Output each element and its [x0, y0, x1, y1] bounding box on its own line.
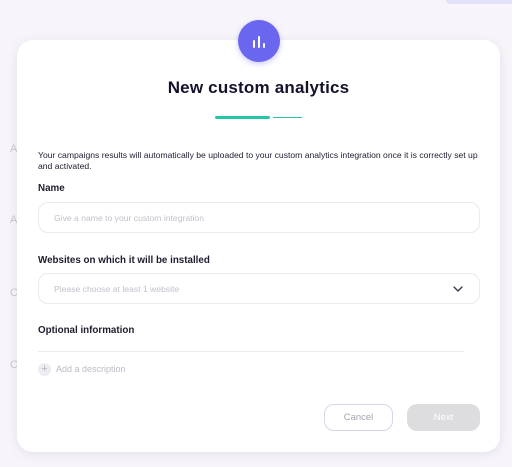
analytics-badge — [238, 20, 280, 62]
section-divider — [38, 351, 464, 352]
chevron-down-icon — [453, 285, 463, 292]
add-description-label: Add a description — [56, 364, 126, 374]
name-label: Name — [38, 183, 65, 194]
websites-placeholder: Please choose at least 1 website — [54, 283, 180, 294]
step-2-indicator — [273, 117, 302, 118]
optional-info-heading: Optional information — [38, 325, 135, 336]
step-progress — [215, 116, 305, 120]
add-description-button[interactable]: + Add a description — [38, 362, 126, 376]
background-chip — [446, 0, 512, 4]
step-1-indicator — [215, 116, 270, 119]
intro-text: Your campaigns results will automaticall… — [38, 150, 478, 171]
plus-icon: + — [38, 362, 51, 376]
modal-title: New custom analytics — [167, 78, 350, 97]
name-input[interactable] — [38, 202, 480, 233]
next-button[interactable]: Next — [407, 404, 480, 431]
bar-chart-icon — [253, 40, 255, 48]
websites-label: Websites on which it will be installed — [38, 255, 210, 266]
cancel-button[interactable]: Cancel — [324, 404, 393, 431]
websites-select[interactable]: Please choose at least 1 website — [38, 273, 480, 304]
custom-analytics-modal: New custom analytics Your campaigns resu… — [17, 40, 500, 452]
